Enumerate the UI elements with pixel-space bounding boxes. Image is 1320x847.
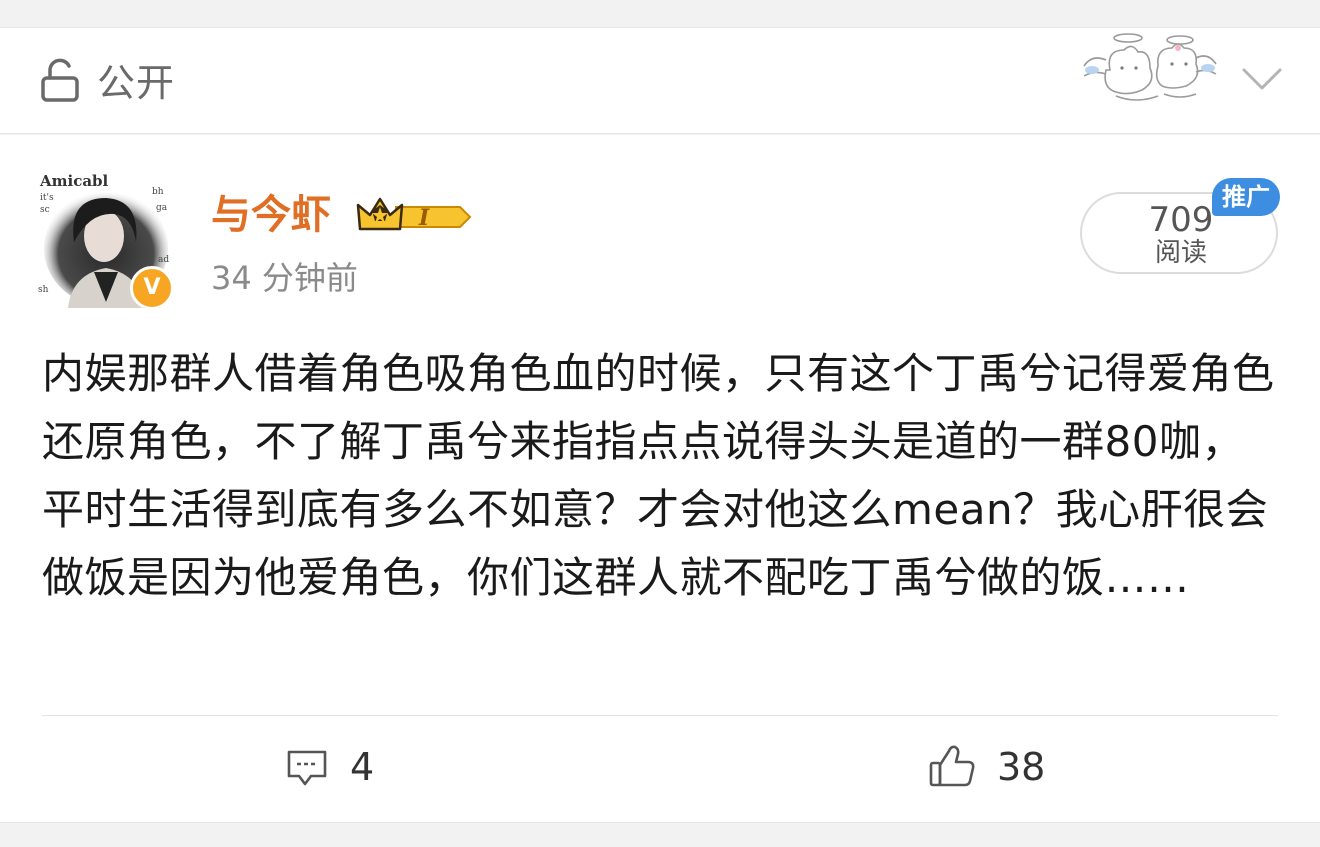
read-count-label: 阅读 — [1154, 238, 1207, 268]
svg-text:ad: ad — [158, 255, 169, 265]
visibility-label[interactable]: 公开 — [97, 60, 175, 106]
promo-badge[interactable]: 推广 — [1212, 178, 1280, 216]
post-timestamp: 34 分钟前 — [211, 259, 358, 297]
svg-text:Amicabl: Amicabl — [39, 172, 109, 190]
post-content: 内娱那群人借着角色吸角色血的时候，只有这个丁禹兮记得爱角色还原角色，不了解丁禹兮… — [42, 349, 1275, 602]
unlock-icon[interactable] — [40, 58, 80, 102]
member-crown-badge-icon[interactable]: I — [356, 193, 472, 239]
author-name[interactable]: 与今虾 — [211, 190, 331, 240]
svg-text:ga: ga — [156, 203, 168, 213]
verified-badge-icon: V — [130, 266, 174, 310]
svg-text:bh: bh — [152, 187, 164, 197]
comment-icon[interactable] — [285, 748, 329, 788]
weibo-post-view: 公开 Amicabl it's sc bh ga ad sh V 与今虾 I 3… — [0, 0, 1320, 847]
svg-text:sh: sh — [38, 285, 49, 295]
thumbs-up-icon[interactable] — [928, 743, 976, 789]
cat-angels-sticker-icon — [1083, 33, 1217, 101]
comment-count[interactable]: 4 — [350, 744, 374, 790]
svg-text:it's: it's — [40, 193, 54, 203]
divider — [42, 715, 1278, 716]
like-count[interactable]: 38 — [997, 744, 1045, 790]
chevron-down-icon[interactable] — [1240, 62, 1284, 96]
svg-text:I: I — [418, 205, 430, 231]
svg-text:sc: sc — [40, 205, 50, 215]
